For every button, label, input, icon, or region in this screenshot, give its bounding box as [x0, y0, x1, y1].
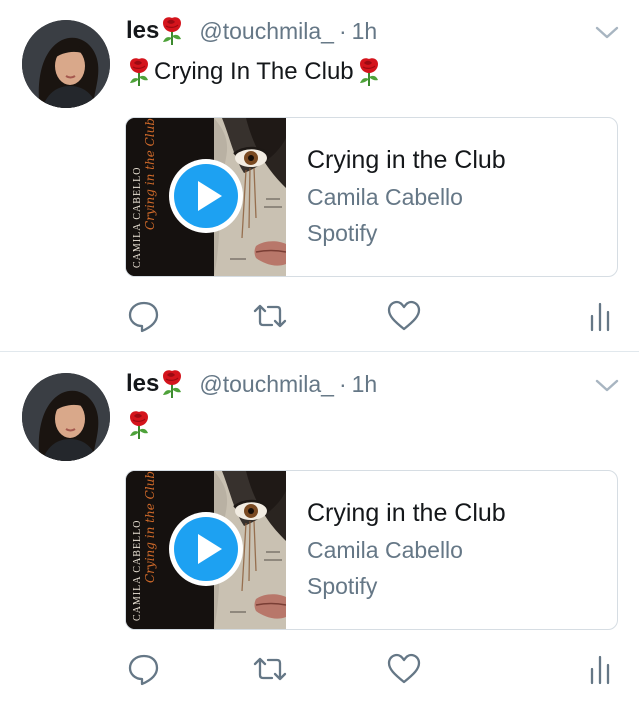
- album-art[interactable]: [126, 118, 286, 276]
- media-card[interactable]: Crying in the Club Camila Cabello Spotif…: [125, 117, 618, 277]
- album-art[interactable]: [126, 471, 286, 629]
- analytics-icon[interactable]: [582, 649, 622, 689]
- card-artist: Camila Cabello: [307, 537, 463, 563]
- reply-icon[interactable]: [124, 296, 164, 336]
- card-title: Crying in the Club: [307, 499, 506, 527]
- play-icon[interactable]: [166, 509, 246, 589]
- avatar[interactable]: [22, 20, 110, 108]
- card-source: Spotify: [307, 573, 378, 599]
- avatar[interactable]: [22, 373, 110, 461]
- tweet-divider: [0, 351, 639, 352]
- reply-icon[interactable]: [124, 649, 164, 689]
- retweet-icon[interactable]: [250, 296, 290, 336]
- analytics-icon[interactable]: [582, 296, 622, 336]
- rose-emoji-icon: [126, 410, 152, 440]
- card-title: Crying in the Club: [307, 146, 506, 174]
- rose-emoji-icon: [126, 57, 152, 87]
- like-icon[interactable]: [384, 296, 424, 336]
- play-icon[interactable]: [166, 156, 246, 236]
- tweet-actions: [0, 649, 639, 695]
- user-handle[interactable]: @touchmila_: [199, 371, 334, 398]
- tweet-body: Crying In The Club: [154, 58, 354, 85]
- chevron-down-icon[interactable]: [593, 22, 621, 42]
- tweet-text: Crying In The Club: [126, 54, 382, 90]
- timestamp[interactable]: 1h: [352, 371, 378, 398]
- card-source: Spotify: [307, 220, 378, 246]
- tweet[interactable]: les @touchmila_ · 1h Crying in the Club …: [0, 353, 639, 705]
- tweet-actions: [0, 296, 639, 342]
- tweet[interactable]: les @touchmila_ · 1h Crying In The Club …: [0, 0, 639, 352]
- rose-emoji-icon: [159, 369, 185, 399]
- tweet-header: les @touchmila_ · 1h: [126, 367, 377, 401]
- retweet-icon[interactable]: [250, 649, 290, 689]
- media-card[interactable]: Crying in the Club Camila Cabello Spotif…: [125, 470, 618, 630]
- timestamp[interactable]: 1h: [352, 18, 378, 45]
- card-artist: Camila Cabello: [307, 184, 463, 210]
- tweet-header: les @touchmila_ · 1h: [126, 14, 377, 48]
- tweet-text: [126, 407, 156, 443]
- rose-emoji-icon: [356, 57, 382, 87]
- display-name[interactable]: les: [126, 370, 159, 398]
- user-handle[interactable]: @touchmila_: [199, 18, 334, 45]
- like-icon[interactable]: [384, 649, 424, 689]
- rose-emoji-icon: [159, 16, 185, 46]
- chevron-down-icon[interactable]: [593, 375, 621, 395]
- display-name[interactable]: les: [126, 17, 159, 45]
- separator-dot: ·: [338, 17, 347, 44]
- separator-dot: ·: [338, 370, 347, 397]
